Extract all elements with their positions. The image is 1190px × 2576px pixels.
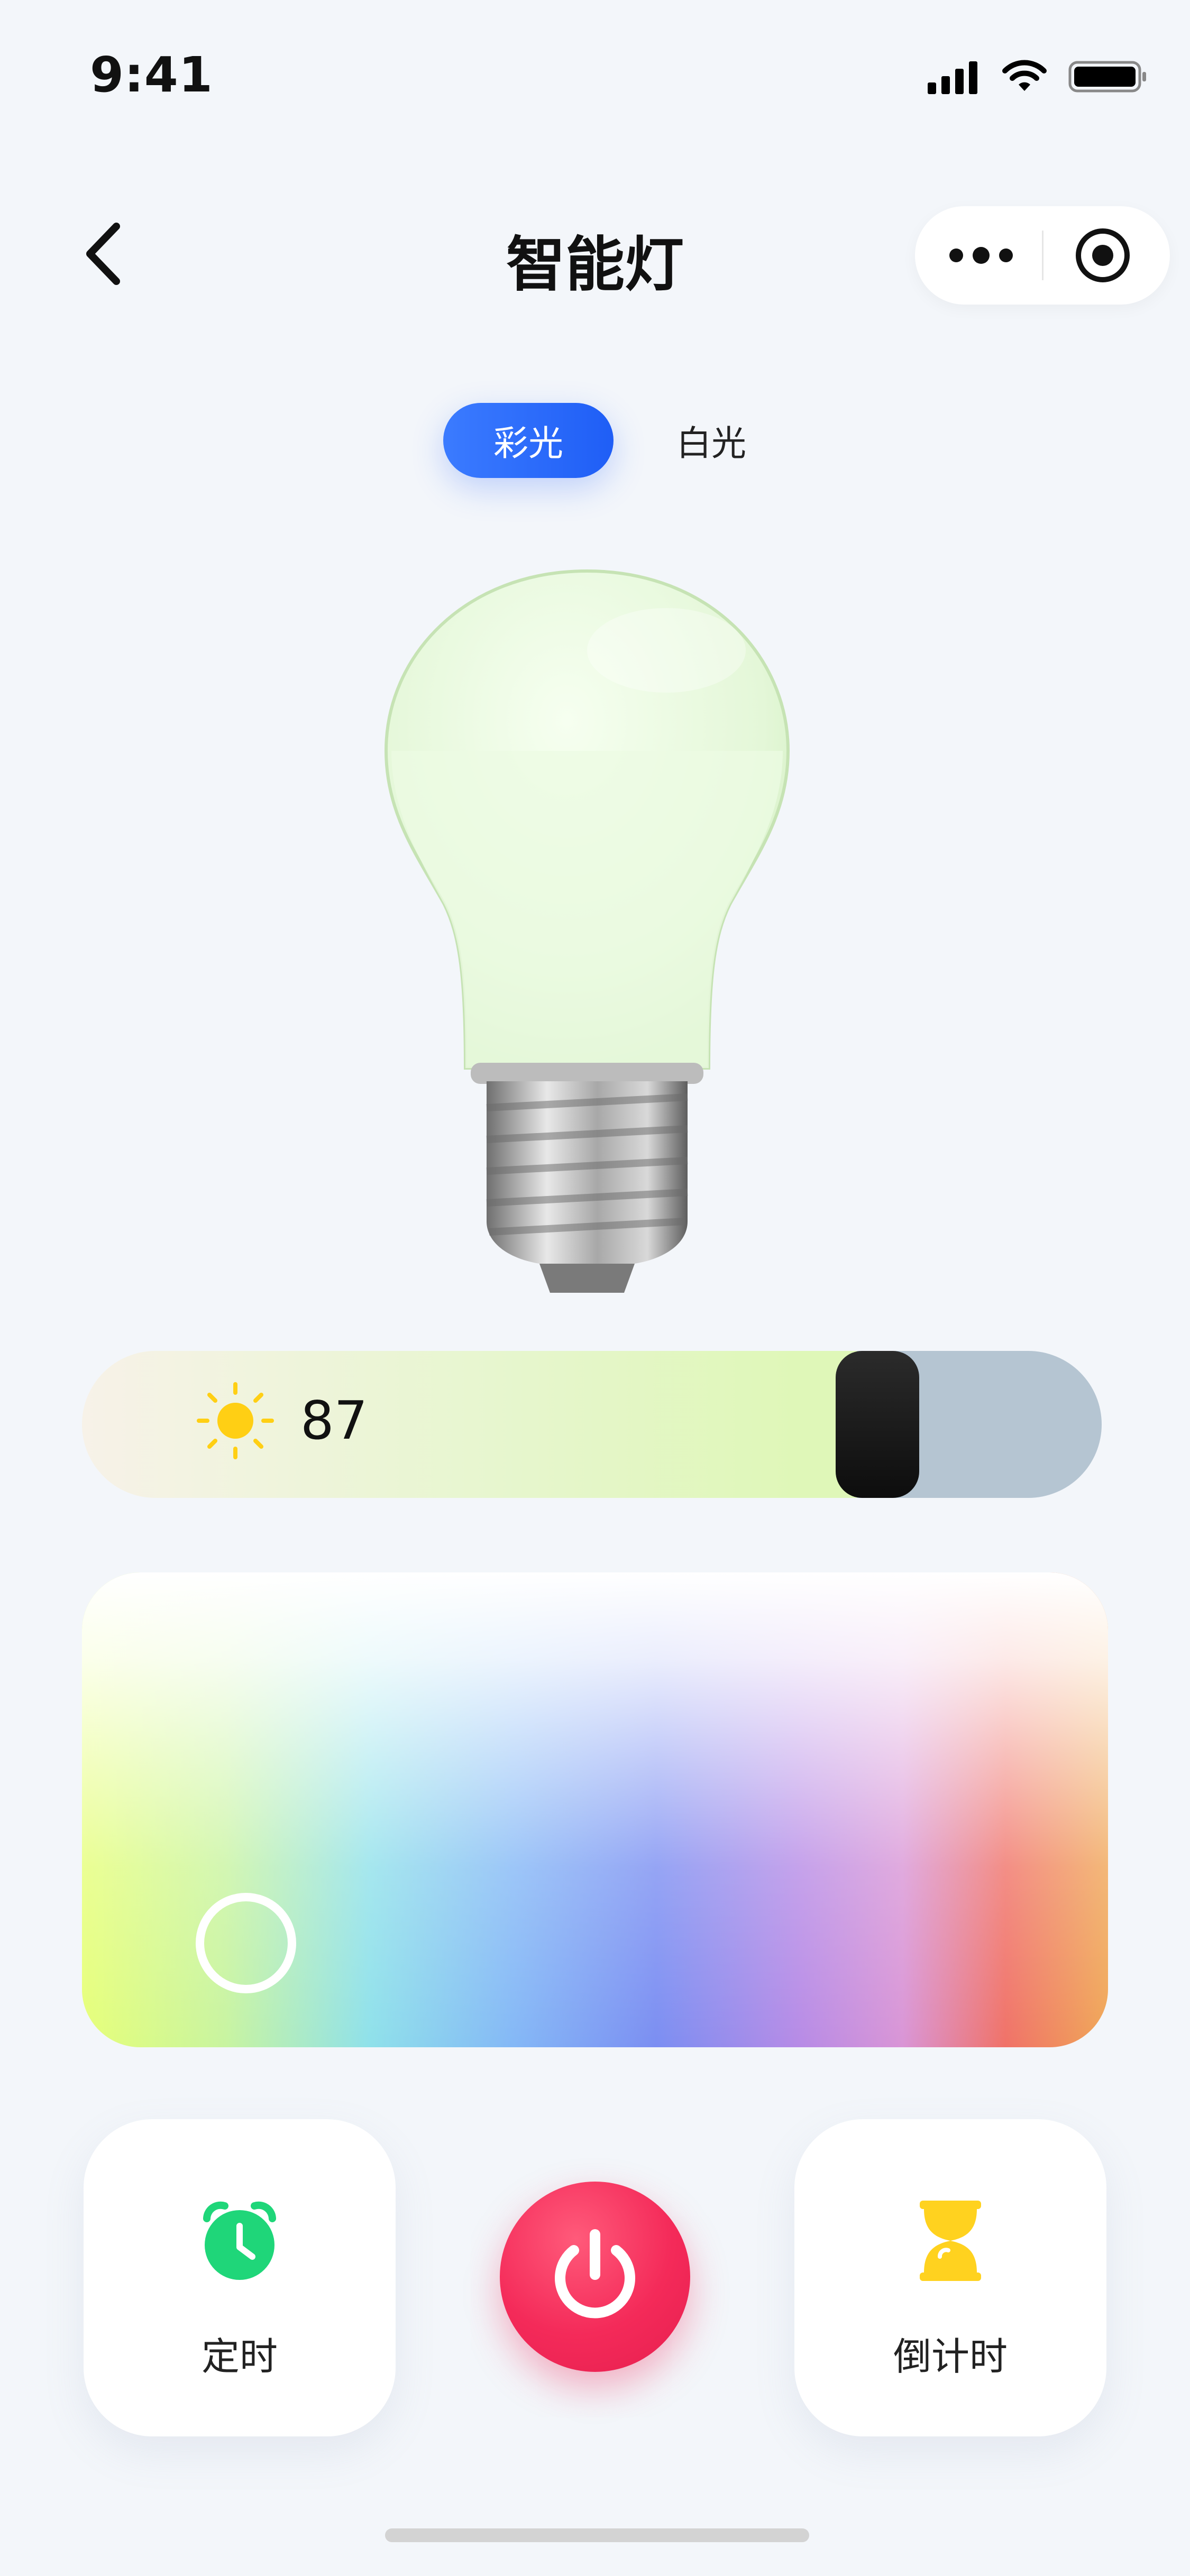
tab-color-light-label: 彩光 bbox=[493, 423, 563, 464]
more-dots-icon bbox=[949, 247, 1013, 264]
status-icons bbox=[928, 58, 1148, 95]
tab-white-light[interactable]: 白光 bbox=[656, 403, 767, 478]
status-time: 9:41 bbox=[90, 47, 213, 103]
countdown-label: 倒计时 bbox=[893, 2334, 1008, 2379]
brightness-value: 87 bbox=[300, 1390, 368, 1451]
close-miniprogram-button[interactable] bbox=[1074, 226, 1132, 284]
mini-program-capsule bbox=[915, 206, 1170, 305]
battery-icon bbox=[1068, 61, 1146, 93]
target-close-icon bbox=[1076, 228, 1130, 282]
home-indicator bbox=[385, 2528, 809, 2542]
tab-white-light-label: 白光 bbox=[676, 423, 746, 464]
cellular-signal-icon bbox=[928, 61, 977, 94]
light-bulb-image bbox=[384, 569, 790, 1293]
power-button[interactable] bbox=[500, 2182, 690, 2372]
more-button[interactable] bbox=[947, 240, 1015, 271]
countdown-button[interactable]: 倒计时 bbox=[794, 2119, 1106, 2436]
timer-button[interactable]: 定时 bbox=[84, 2119, 396, 2436]
tab-color-light[interactable]: 彩光 bbox=[443, 403, 614, 478]
color-picker-handle[interactable] bbox=[196, 1893, 296, 1993]
brightness-slider-thumb[interactable] bbox=[836, 1351, 919, 1498]
hourglass-icon bbox=[920, 2201, 981, 2281]
alarm-clock-icon bbox=[203, 2201, 276, 2280]
capsule-divider bbox=[1042, 231, 1043, 280]
power-icon bbox=[555, 2229, 635, 2319]
sun-icon bbox=[197, 1382, 274, 1459]
timer-label: 定时 bbox=[201, 2334, 278, 2379]
wifi-icon bbox=[1002, 60, 1047, 91]
